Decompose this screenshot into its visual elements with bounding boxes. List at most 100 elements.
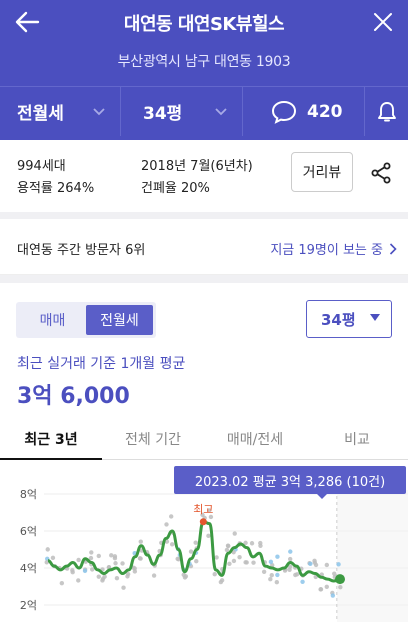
households: 994세대 <box>17 159 66 174</box>
transaction-point <box>212 572 217 577</box>
transaction-point <box>293 572 298 578</box>
transaction-point <box>151 573 157 578</box>
transaction-point <box>231 558 237 564</box>
chevron-down-icon <box>93 108 105 116</box>
tab-compare[interactable]: 비교 <box>306 418 408 459</box>
segment-sale[interactable]: 매매 <box>19 305 86 335</box>
latest-point <box>335 574 345 585</box>
section-divider <box>0 212 408 219</box>
complex-info: 994세대 용적률 264% 2018년 7월(6년차) 건폐율 20% 거리뷰 <box>0 140 408 212</box>
transaction-point <box>274 580 280 585</box>
transaction-point <box>219 578 225 583</box>
transaction-point <box>193 540 198 545</box>
y-tick-label: 2억 <box>20 599 37 612</box>
section-divider <box>0 275 408 283</box>
info-left: 994세대 용적률 264% <box>17 156 94 200</box>
transaction-point <box>227 561 232 567</box>
transaction-point <box>225 543 231 548</box>
y-tick-label: 8억 <box>20 488 37 501</box>
comment-count: 420 <box>307 101 343 122</box>
max-point <box>199 518 207 526</box>
transaction-point <box>183 574 189 579</box>
transaction-point <box>96 574 101 579</box>
visitor-rank: 대연동 주간 방문자 6위 <box>17 243 146 258</box>
notification-button[interactable] <box>365 87 408 136</box>
transaction-point <box>175 556 180 562</box>
transaction-point <box>76 578 81 583</box>
price-caption: 최근 실거래 기준 1개월 평균 <box>17 356 186 372</box>
price-section: 매매 전월세 34평 최근 실거래 기준 1개월 평균 3억 6,000 <box>0 283 408 409</box>
close-icon[interactable] <box>371 10 395 34</box>
transaction-point <box>330 593 336 598</box>
visitors-row: 대연동 주간 방문자 6위 지금 19명이 보는 중 <box>0 219 408 275</box>
transaction-point <box>251 560 256 565</box>
transaction-point <box>109 553 114 558</box>
transaction-point <box>50 555 56 561</box>
transaction-point <box>300 579 305 584</box>
transaction-point <box>113 561 118 566</box>
segment-rent[interactable]: 전월세 <box>86 305 153 335</box>
transaction-point <box>194 558 199 564</box>
transaction-point <box>76 557 81 563</box>
header-top-bar: 대연동 대연SK뷰힐스 <box>0 0 408 44</box>
transaction-point <box>169 542 175 547</box>
caret-down-icon <box>370 314 380 321</box>
price-value: 3억 6,000 <box>17 384 130 409</box>
transaction-point <box>275 572 280 578</box>
transaction-point <box>268 576 273 582</box>
transaction-point <box>287 556 293 562</box>
size-select-value: 34평 <box>321 310 356 329</box>
tab-sale-jeonse[interactable]: 매매/전세 <box>204 418 306 459</box>
area-label: 34평 <box>143 104 183 124</box>
transaction-point <box>243 560 248 565</box>
chevron-down-icon <box>215 108 227 116</box>
transaction-point <box>288 549 293 554</box>
transaction-point <box>268 559 274 565</box>
floor-area-ratio: 용적률 264% <box>17 181 95 196</box>
period-tabs: 최근 3년 전체 기간 매매/전세 비교 <box>0 418 408 460</box>
trade-type-label: 전월세 <box>17 104 64 124</box>
transaction-point <box>169 514 174 519</box>
transaction-point <box>338 584 343 590</box>
tab-recent-3y[interactable]: 최근 3년 <box>0 418 102 460</box>
transaction-point <box>324 584 329 589</box>
transaction-point <box>164 522 169 527</box>
now-viewing-link[interactable]: 지금 19명이 보는 중 <box>270 239 397 258</box>
transaction-point <box>114 576 120 581</box>
transaction-point <box>132 569 138 574</box>
size-select[interactable]: 34평 <box>306 300 392 338</box>
transaction-point <box>258 543 263 548</box>
transaction-point <box>138 556 143 561</box>
transaction-point <box>214 555 219 560</box>
transaction-point <box>224 547 230 553</box>
transaction-point <box>59 580 65 586</box>
transaction-point <box>82 568 88 574</box>
transaction-point <box>237 554 242 560</box>
max-label: 최고 <box>193 503 213 516</box>
built-date: 2018년 7월(6년차) <box>141 159 253 174</box>
transaction-point <box>269 572 274 578</box>
transaction-point <box>206 533 211 539</box>
app-header: 대연동 대연SK뷰힐스 부산광역시 남구 대연동 1903 전월세 34평 42… <box>0 0 408 140</box>
tab-all-period[interactable]: 전체 기간 <box>102 418 204 459</box>
chart-tooltip: 2023.02 평균 3억 3,286 (10건) <box>174 466 406 499</box>
transaction-point <box>324 562 330 568</box>
transaction-point <box>96 553 101 559</box>
transaction-point <box>138 539 143 544</box>
address-text: 부산광역시 남구 대연동 1903 <box>117 54 291 70</box>
transaction-point <box>318 587 323 592</box>
info-middle: 2018년 7월(6년차) 건폐율 20% <box>141 156 253 200</box>
page-title: 대연동 대연SK뷰힐스 <box>123 14 285 35</box>
area-dropdown[interactable]: 34평 <box>121 87 243 136</box>
transaction-point <box>188 549 194 554</box>
share-icon[interactable] <box>369 161 393 185</box>
now-viewing-label: 지금 19명이 보는 중 <box>270 243 383 258</box>
transaction-point <box>112 556 118 561</box>
transaction-point <box>100 578 105 583</box>
trade-type-dropdown[interactable]: 전월세 <box>0 87 121 136</box>
future-area <box>337 490 408 622</box>
comments-button[interactable]: 420 <box>243 87 365 136</box>
y-tick-label: 4억 <box>20 562 37 575</box>
transaction-point <box>287 567 292 573</box>
street-view-button[interactable]: 거리뷰 <box>291 152 353 192</box>
